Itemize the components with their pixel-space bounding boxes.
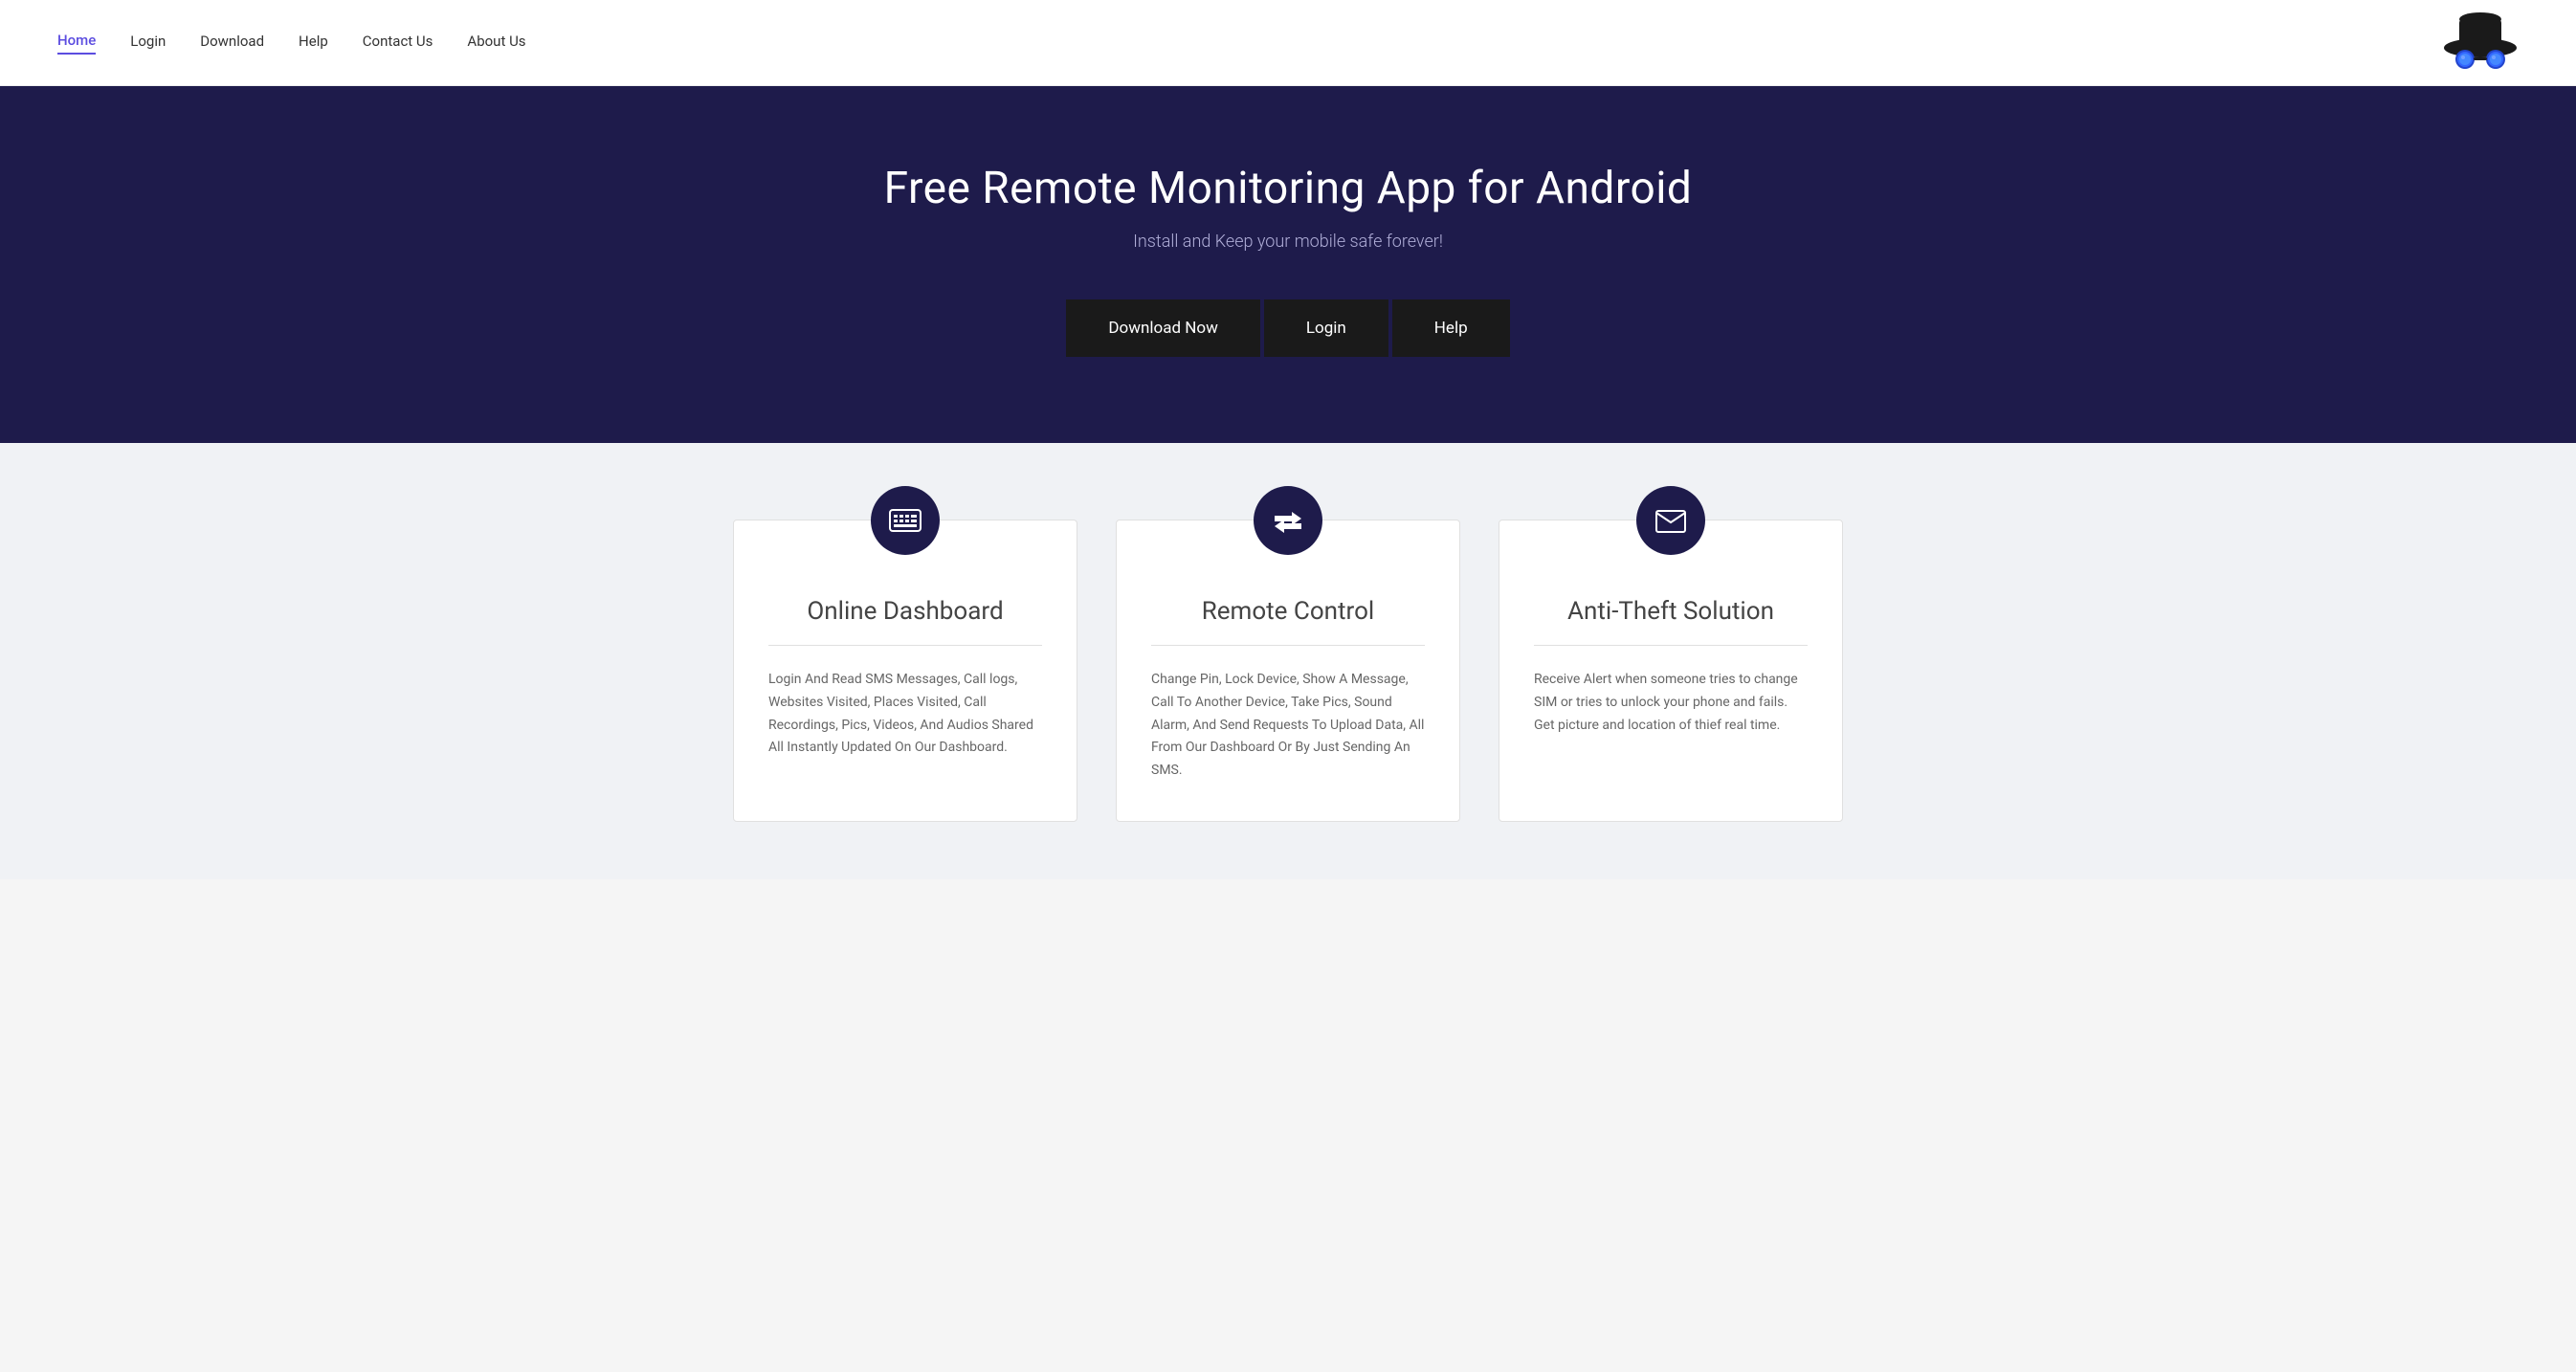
logo [2442, 8, 2519, 78]
hero-btn-login[interactable]: Login [1264, 299, 1388, 357]
features-section: Online Dashboard Login And Read SMS Messa… [0, 443, 2576, 879]
feature-title-online-dashboard: Online Dashboard [768, 597, 1042, 626]
feature-title-anti-theft: Anti-Theft Solution [1534, 597, 1808, 626]
hero-buttons: Download NowLoginHelp [38, 299, 2538, 357]
envelope-icon [1636, 486, 1705, 555]
arrows-icon [1254, 486, 1322, 555]
feature-card-remote-control: Remote Control Change Pin, Lock Device, S… [1116, 520, 1460, 822]
nav: Home Login Download Help Contact Us About Us [57, 32, 526, 55]
feature-desc-online-dashboard: Login And Read SMS Messages, Call logs, … [768, 669, 1042, 760]
nav-item-home[interactable]: Home [57, 32, 96, 55]
hero-btn-download-now[interactable]: Download Now [1066, 299, 1260, 357]
hero-title: Free Remote Monitoring App for Android [38, 163, 2538, 214]
feature-divider-remote-control [1151, 645, 1425, 646]
hero-subtitle: Install and Keep your mobile safe foreve… [38, 232, 2538, 252]
nav-item-download[interactable]: Download [200, 33, 264, 54]
feature-divider-anti-theft [1534, 645, 1808, 646]
feature-desc-anti-theft: Receive Alert when someone tries to chan… [1534, 669, 1808, 737]
nav-item-contact[interactable]: Contact Us [363, 33, 433, 54]
feature-card-online-dashboard: Online Dashboard Login And Read SMS Messa… [733, 520, 1077, 822]
feature-title-remote-control: Remote Control [1151, 597, 1425, 626]
nav-item-about[interactable]: About Us [467, 33, 525, 54]
feature-card-anti-theft: Anti-Theft Solution Receive Alert when so… [1499, 520, 1843, 822]
hero-section: Free Remote Monitoring App for Android I… [0, 86, 2576, 443]
keyboard-icon [871, 486, 940, 555]
header: Home Login Download Help Contact Us About Us [0, 0, 2576, 86]
nav-item-login[interactable]: Login [130, 33, 166, 54]
nav-item-help[interactable]: Help [299, 33, 328, 54]
feature-desc-remote-control: Change Pin, Lock Device, Show A Message,… [1151, 669, 1425, 783]
feature-divider-online-dashboard [768, 645, 1042, 646]
hero-btn-help[interactable]: Help [1392, 299, 1510, 357]
